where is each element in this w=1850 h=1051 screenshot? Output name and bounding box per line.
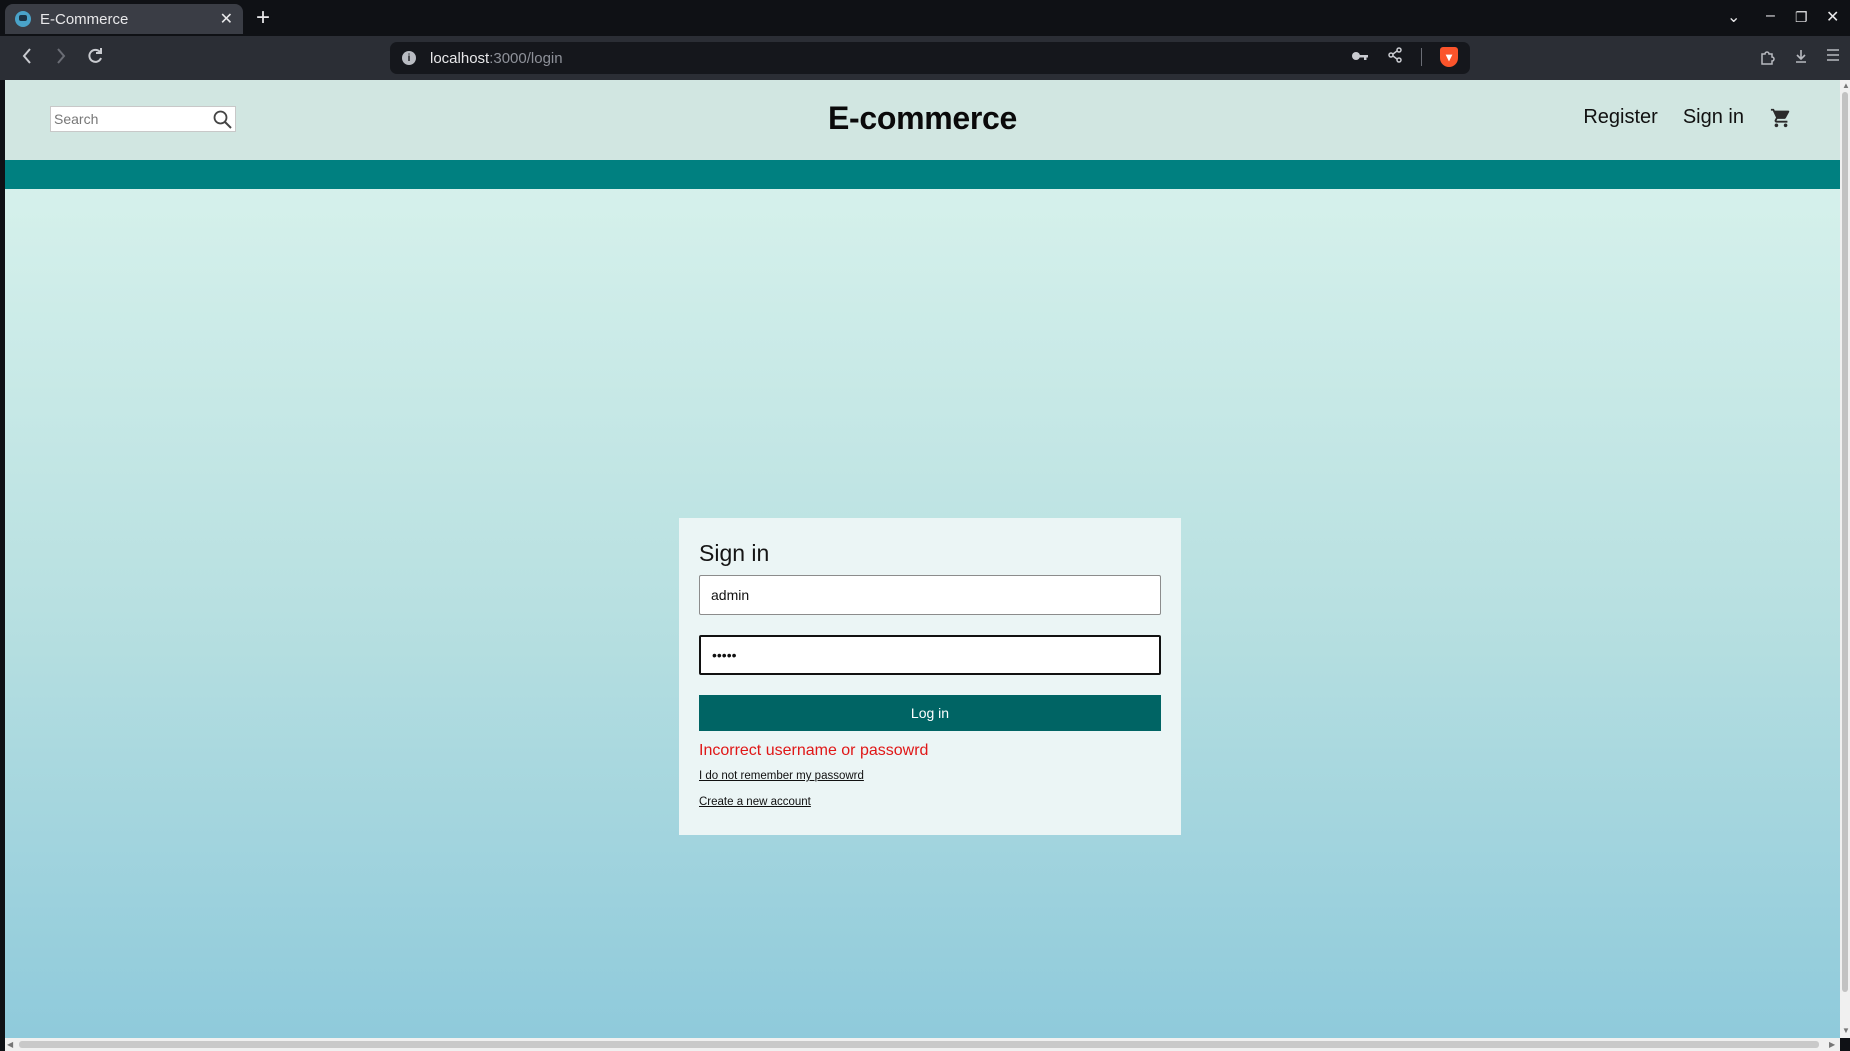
error-message: Incorrect username or passowrd: [699, 742, 929, 759]
password-field[interactable]: [699, 635, 1161, 675]
site-info-icon[interactable]: i: [402, 51, 416, 65]
browser-tabbar: E-Commerce ✕ + ⌄ – ❐ ✕: [0, 0, 1850, 36]
cart-icon[interactable]: [1770, 107, 1792, 129]
share-icon[interactable]: [1387, 47, 1403, 67]
scroll-up-arrow-icon[interactable]: ▲: [1842, 81, 1850, 90]
brave-shield-icon[interactable]: ▾: [1440, 47, 1458, 67]
signin-link[interactable]: Sign in: [1683, 106, 1744, 129]
register-link[interactable]: Register: [1583, 106, 1657, 129]
horizontal-scrollbar[interactable]: ◀ ▶: [5, 1038, 1840, 1051]
reload-icon[interactable]: [86, 46, 104, 72]
forward-icon[interactable]: [54, 46, 68, 72]
url-host: localhost: [430, 49, 490, 67]
minimize-button[interactable]: –: [1766, 7, 1775, 25]
url-path: :3000/login: [489, 49, 563, 67]
page-viewport: E-commerce Register Sign in Sign in Log …: [5, 80, 1840, 1038]
create-account-link[interactable]: Create a new account: [699, 796, 1161, 808]
scroll-right-arrow-icon[interactable]: ▶: [1829, 1040, 1835, 1049]
site-header: E-commerce Register Sign in: [5, 80, 1840, 160]
login-button[interactable]: Log in: [699, 695, 1161, 731]
restore-button[interactable]: ❐: [1795, 9, 1808, 26]
username-field[interactable]: [699, 575, 1161, 615]
scroll-left-arrow-icon[interactable]: ◀: [7, 1040, 13, 1049]
new-tab-button[interactable]: +: [256, 5, 270, 31]
login-card: Sign in Log in Incorrect username or pas…: [679, 518, 1181, 835]
horizontal-scroll-thumb[interactable]: [19, 1041, 1819, 1048]
tab-close-button[interactable]: ✕: [220, 9, 233, 29]
favicon-icon: [15, 11, 31, 27]
tab-search-chevron-icon[interactable]: ⌄: [1727, 7, 1740, 27]
address-bar-tools: ▾: [1351, 47, 1458, 67]
divider: [1421, 48, 1422, 66]
forgot-password-link[interactable]: I do not remember my passowrd: [699, 770, 1161, 782]
site-title[interactable]: E-commerce: [5, 100, 1840, 137]
vertical-scrollbar[interactable]: ▲ ▼: [1840, 80, 1850, 1038]
browser-toolbar: i localhost :3000/login ▾: [0, 36, 1850, 80]
menu-icon[interactable]: [1825, 48, 1841, 67]
header-nav: Register Sign in: [1583, 106, 1792, 129]
header-band: [5, 160, 1840, 189]
extensions-icon[interactable]: [1759, 48, 1777, 71]
browser-tab[interactable]: E-Commerce ✕: [5, 4, 243, 34]
download-icon[interactable]: [1793, 48, 1809, 69]
back-icon[interactable]: [20, 46, 34, 72]
scroll-down-arrow-icon[interactable]: ▼: [1842, 1026, 1850, 1035]
vertical-scroll-thumb[interactable]: [1842, 92, 1848, 992]
close-window-button[interactable]: ✕: [1826, 7, 1839, 27]
login-title: Sign in: [699, 540, 770, 566]
key-icon[interactable]: [1351, 49, 1369, 66]
tab-title: E-Commerce: [40, 10, 129, 28]
address-bar[interactable]: i localhost :3000/login ▾: [390, 42, 1470, 74]
